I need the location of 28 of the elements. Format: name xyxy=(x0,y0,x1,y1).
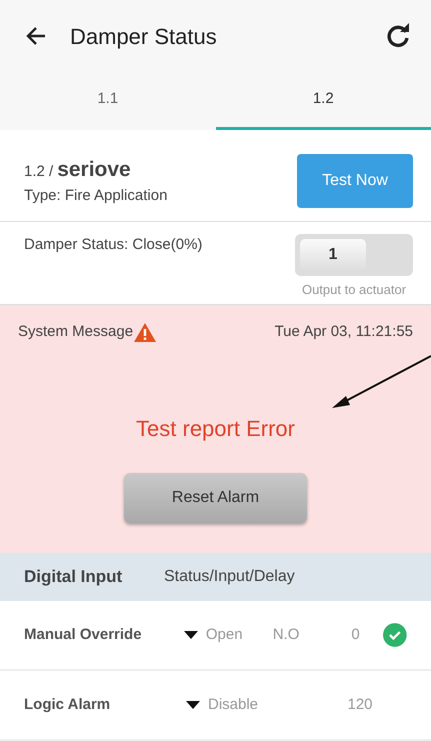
delay-value: 0 xyxy=(350,624,361,645)
device-type: Type: Fire Application xyxy=(24,186,168,206)
input-type: N.O xyxy=(272,624,300,645)
error-message: Test report Error xyxy=(135,414,296,443)
caret-icon xyxy=(184,631,198,639)
refresh-icon[interactable] xyxy=(385,23,411,49)
alarm-time: Tue Apr 03, 11:21:55 xyxy=(274,322,413,342)
warning-icon xyxy=(133,322,158,343)
delay-value: 120 xyxy=(346,694,374,715)
caret-icon xyxy=(186,701,200,709)
input-name: Manual Override xyxy=(24,624,143,645)
input-name: Logic Alarm xyxy=(24,694,112,715)
tab[interactable]: 1.2 xyxy=(216,72,431,130)
reset-alarm-button[interactable]: Reset Alarm xyxy=(124,472,307,522)
tab[interactable]: 1.1 xyxy=(0,72,216,130)
device-number: 1.2 / xyxy=(24,162,54,182)
output-switch[interactable]: 1 xyxy=(295,234,413,276)
device-name: seriove xyxy=(57,156,131,182)
test-now-button[interactable]: Test Now xyxy=(297,154,413,208)
column-headers: Status/Input/Delay xyxy=(164,567,295,587)
section-title: Digital Input xyxy=(24,566,124,588)
back-icon[interactable] xyxy=(26,27,46,45)
switch-caption: Output to actuator xyxy=(302,281,406,299)
damper-status: Damper Status: Close(0%) xyxy=(24,235,202,255)
system-message-label: System Message xyxy=(18,322,134,342)
status-dropdown[interactable]: Open xyxy=(184,624,273,646)
screen-title: Damper Status xyxy=(70,22,217,51)
status-dropdown[interactable]: Disable xyxy=(186,694,276,716)
